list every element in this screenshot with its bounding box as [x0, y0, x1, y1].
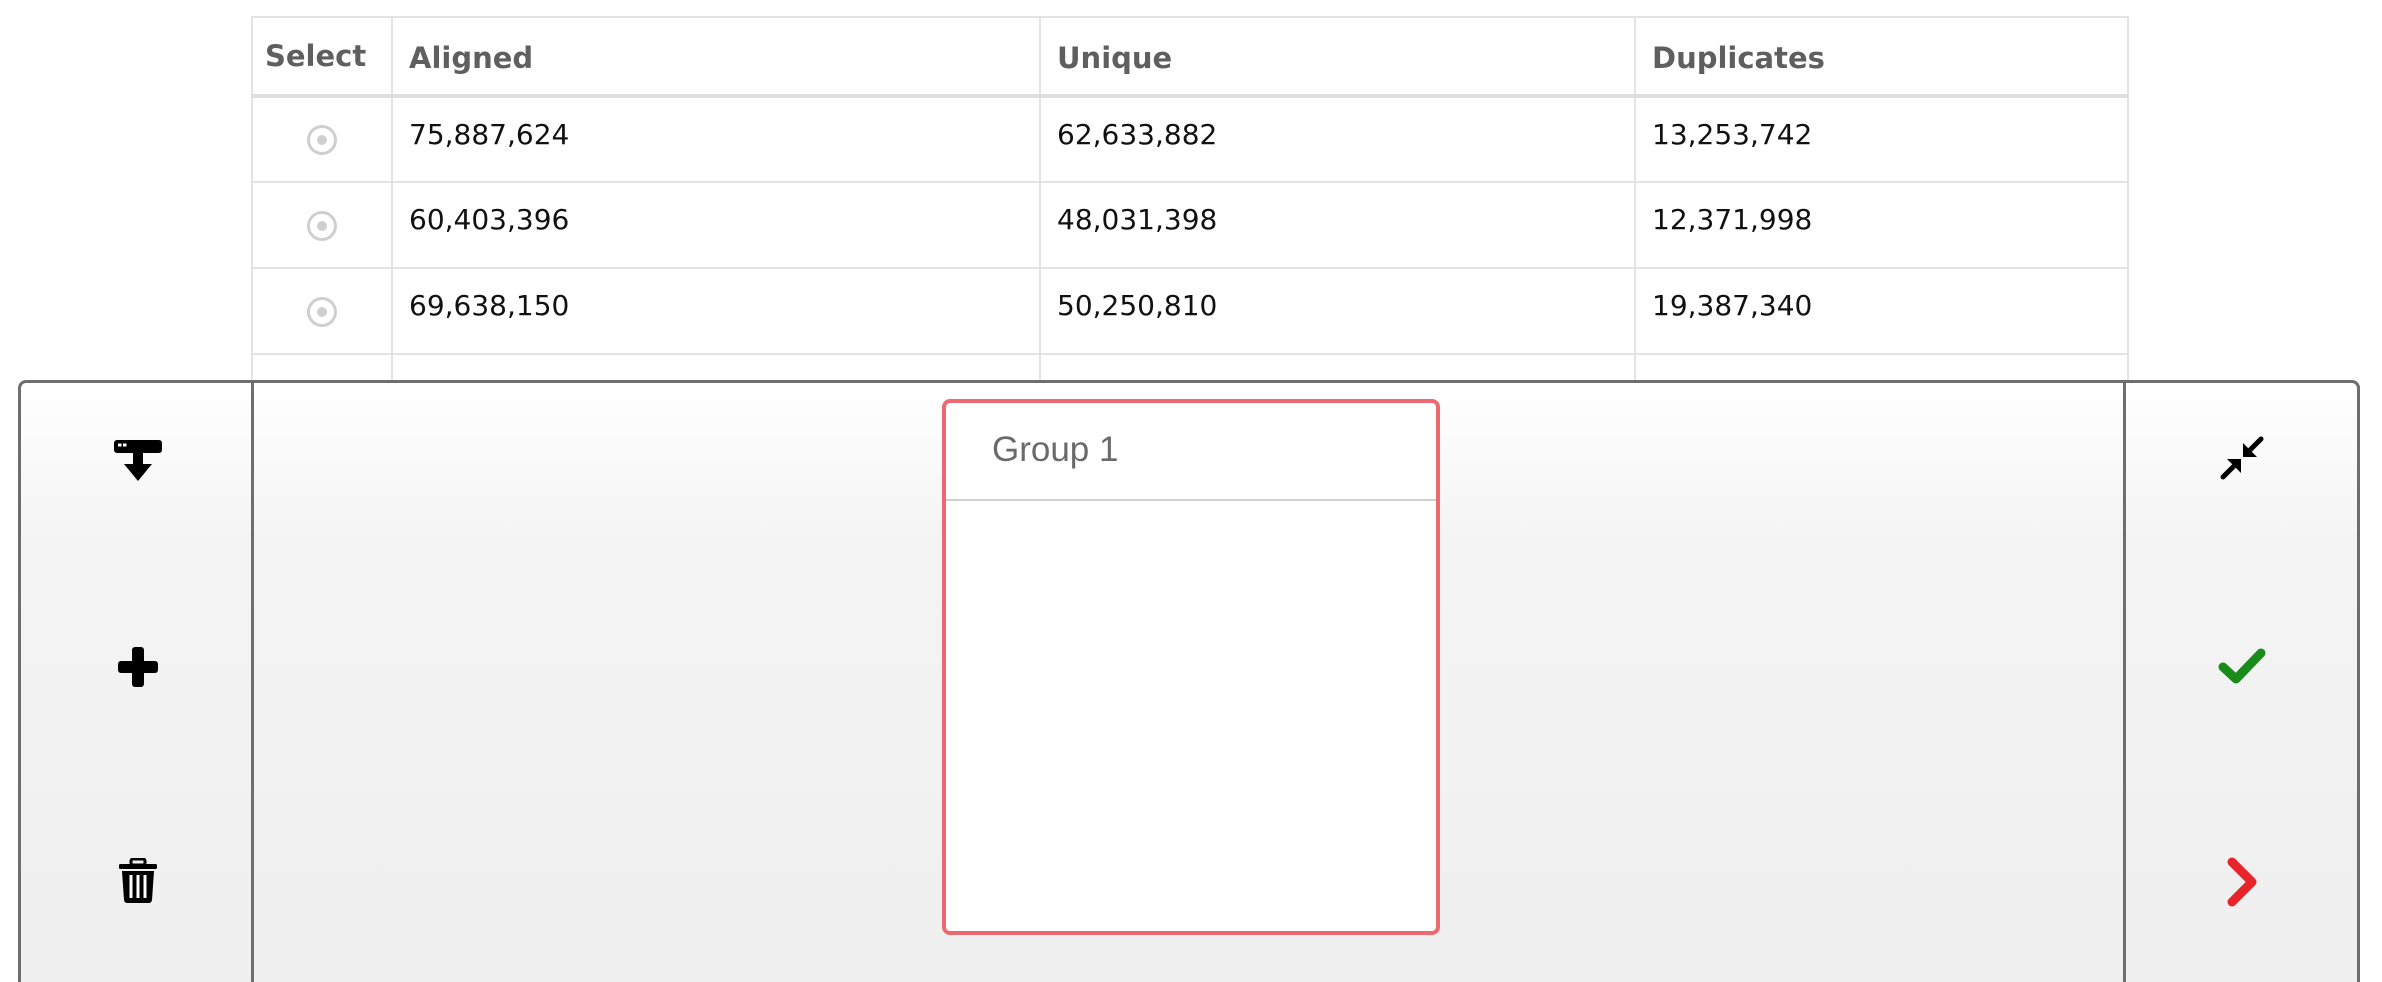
group-title[interactable]: Group 1	[946, 403, 1436, 501]
table-header: Select Aligned Unique Duplicates	[251, 16, 2129, 98]
duplicates-cell: 19,387,340	[1634, 267, 2129, 355]
compress-icon	[2219, 435, 2265, 485]
table-row[interactable]: 69,638,150 50,250,810 19,387,340	[251, 267, 2129, 355]
duplicates-cell: 13,253,742	[1634, 95, 2129, 183]
add-group-button[interactable]	[103, 634, 173, 704]
page: Select Aligned Unique Duplicates 75,887,…	[0, 0, 2382, 982]
column-header-unique[interactable]: Unique	[1039, 16, 1636, 98]
delete-group-button[interactable]	[103, 848, 173, 918]
row-select-radio[interactable]	[307, 296, 337, 327]
column-header-duplicates[interactable]: Duplicates	[1634, 16, 2129, 98]
row-select-radio[interactable]	[307, 125, 337, 155]
plus-icon	[116, 645, 160, 693]
grouping-panel: Group 1	[18, 380, 2360, 982]
column-header-select: Select	[251, 16, 393, 98]
results-table-container: Select Aligned Unique Duplicates 75,887,…	[251, 16, 2129, 441]
left-toolbar	[21, 383, 254, 982]
trash-icon	[118, 857, 158, 908]
table-header-row: Select Aligned Unique Duplicates	[251, 16, 2129, 98]
unique-cell: 62,633,882	[1039, 95, 1636, 183]
select-cell	[251, 267, 393, 355]
table-row[interactable]: 60,403,396 48,031,398 12,371,998	[251, 181, 2129, 269]
row-select-radio[interactable]	[307, 210, 337, 241]
group-card[interactable]: Group 1	[942, 399, 1440, 935]
select-cell	[251, 181, 393, 269]
table-row[interactable]: 75,887,624 62,633,882 13,253,742	[251, 95, 2129, 183]
aligned-cell: 60,403,396	[391, 181, 1041, 269]
next-button[interactable]	[2207, 849, 2277, 919]
aligned-cell: 75,887,624	[391, 95, 1041, 183]
results-table: Select Aligned Unique Duplicates 75,887,…	[251, 16, 2129, 441]
aligned-cell: 69,638,150	[391, 267, 1041, 355]
unique-cell: 50,250,810	[1039, 267, 1636, 355]
unique-cell: 48,031,398	[1039, 181, 1636, 269]
collapse-panel-button[interactable]	[2207, 425, 2277, 495]
move-to-group-button[interactable]	[103, 428, 173, 498]
right-toolbar	[2123, 383, 2357, 982]
check-icon	[2218, 646, 2266, 690]
select-cell	[251, 95, 393, 183]
confirm-button[interactable]	[2207, 633, 2277, 703]
column-header-aligned[interactable]: Aligned	[391, 16, 1041, 98]
duplicates-cell: 12,371,998	[1634, 181, 2129, 269]
chevron-right-icon	[2224, 857, 2260, 911]
download-to-group-icon	[113, 436, 163, 490]
